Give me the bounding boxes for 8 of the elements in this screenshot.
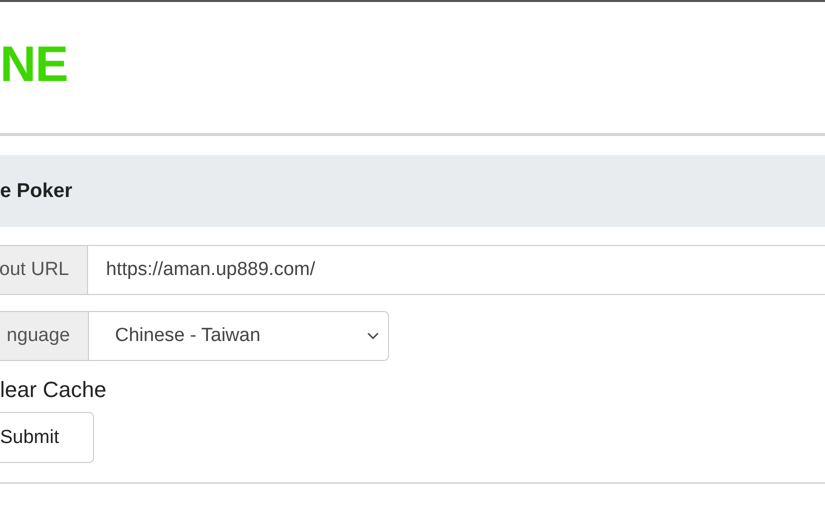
language-label: nguage bbox=[0, 311, 89, 361]
logo: NE bbox=[0, 38, 68, 88]
url-field[interactable]: https://aman.up889.com/ bbox=[88, 245, 825, 295]
language-select[interactable]: Chinese - Taiwan bbox=[89, 311, 389, 361]
panel-title: e Poker bbox=[0, 180, 72, 202]
clear-cache-label[interactable]: lear Cache bbox=[0, 377, 106, 403]
submit-button[interactable]: Submit bbox=[0, 412, 94, 463]
url-label: out URL bbox=[0, 245, 88, 295]
